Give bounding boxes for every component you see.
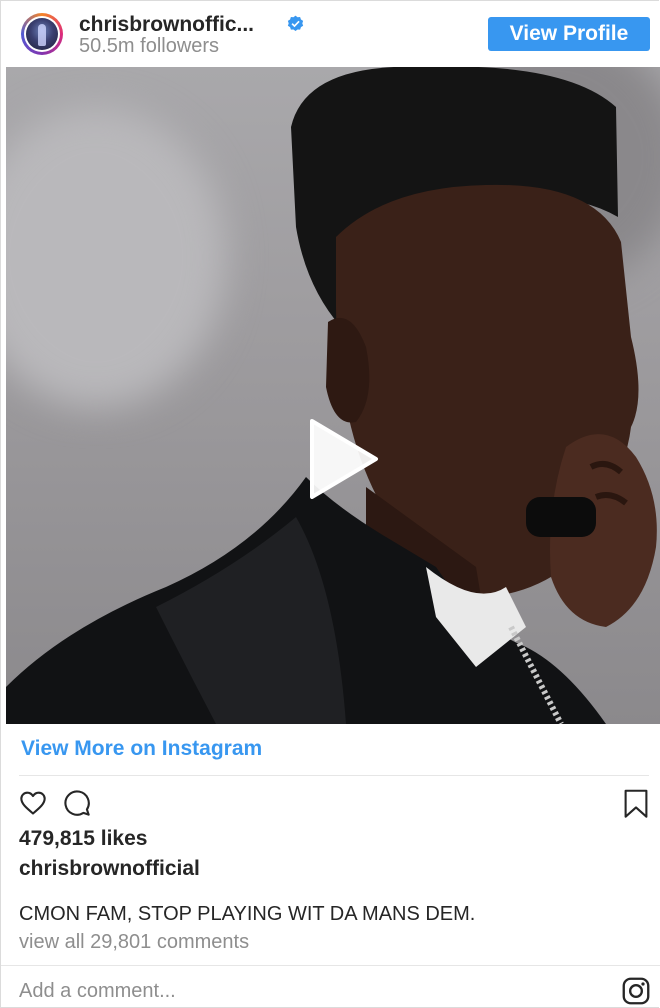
divider [19, 775, 649, 776]
instagram-icon[interactable] [622, 977, 650, 1005]
comment-icon[interactable] [63, 789, 91, 817]
avatar-image [26, 18, 58, 50]
divider [1, 965, 660, 966]
username-link[interactable]: chrisbrownoffic... [79, 13, 254, 37]
play-icon[interactable] [302, 419, 382, 499]
comment-input[interactable] [19, 976, 599, 1006]
instagram-embed: chrisbrownoffic... 50.5m followers View … [0, 0, 660, 1008]
post-header: chrisbrownoffic... 50.5m followers View … [1, 1, 660, 67]
avatar[interactable] [21, 13, 63, 55]
bookmark-icon[interactable] [623, 789, 649, 819]
view-more-link[interactable]: View More on Instagram [21, 737, 262, 761]
video-player[interactable] [6, 67, 660, 724]
like-count: 479,815 likes [19, 827, 148, 850]
caption-username-link[interactable]: chrisbrownofficial [19, 857, 200, 881]
video-frame [6, 67, 657, 724]
verified-badge-icon [287, 15, 304, 31]
follower-count: 50.5m followers [79, 35, 220, 57]
post-caption: CMON FAM, STOP PLAYING WIT DA MANS DEM. [19, 903, 476, 925]
view-profile-button[interactable]: View Profile [488, 17, 650, 51]
view-comments-link[interactable]: view all 29,801 comments [19, 931, 249, 954]
heart-icon[interactable] [19, 789, 47, 817]
